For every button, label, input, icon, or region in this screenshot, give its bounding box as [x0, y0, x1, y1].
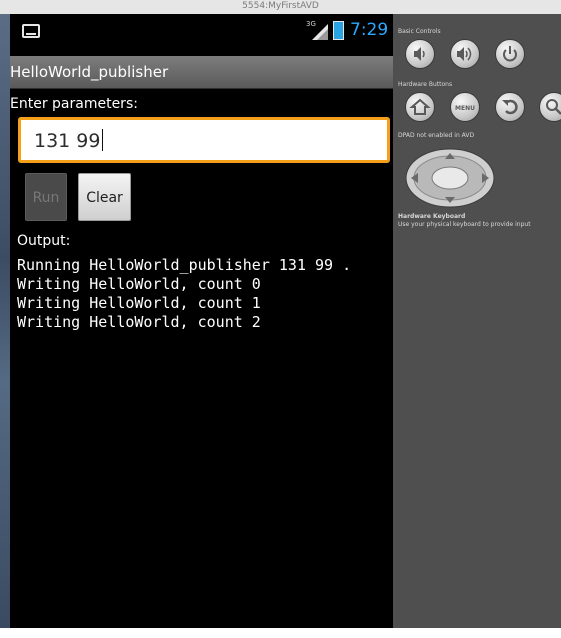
search-button[interactable]: [539, 92, 561, 122]
output-line: Running HelloWorld_publisher 131 99 .: [17, 256, 352, 274]
hardware-keyboard-note: Use your physical keyboard to provide in…: [398, 221, 531, 228]
hardware-keyboard-label: Hardware Keyboard: [398, 213, 466, 220]
output-line: Writing HelloWorld, count 1: [17, 294, 261, 312]
clear-button[interactable]: Clear: [78, 173, 131, 221]
battery-icon: [333, 21, 344, 40]
volume-down-button[interactable]: [405, 39, 435, 69]
menu-icon: MENU: [455, 105, 475, 112]
status-bar: 3G 7:29: [10, 14, 393, 50]
window-title: 5554:MyFirstAVD: [242, 1, 319, 11]
parameters-value[interactable]: 131 99: [34, 129, 104, 152]
dpad-note: DPAD not enabled in AVD: [398, 132, 475, 139]
hardware-buttons-label: Hardware Buttons: [398, 81, 453, 88]
back-button[interactable]: [495, 92, 525, 122]
volume-up-button[interactable]: [450, 39, 480, 69]
phone-notification-icon: [22, 24, 40, 38]
parameters-text[interactable]: 131 99: [34, 130, 100, 152]
text-cursor: [102, 129, 104, 151]
volume-up-icon: [457, 47, 472, 61]
app-title-bar: HelloWorld_publisher: [10, 56, 393, 89]
window-bottom-edge: [0, 628, 561, 638]
parameters-input[interactable]: 131 99: [18, 117, 390, 163]
menu-button[interactable]: MENU: [450, 92, 480, 122]
parameters-label: Enter parameters:: [10, 96, 138, 112]
emulator-control-panel: Basic Controls Hardware Buttons MENU DPA…: [393, 14, 561, 628]
output-line: Writing HelloWorld, count 2: [17, 313, 261, 331]
power-icon: [503, 46, 517, 62]
search-icon: [546, 99, 561, 115]
clock-time: 7:29: [350, 20, 389, 40]
basic-controls-label: Basic Controls: [398, 28, 441, 35]
back-icon: [502, 99, 518, 115]
power-button[interactable]: [495, 39, 525, 69]
window-title-bar: 5554:MyFirstAVD: [0, 0, 561, 15]
menu-button-label: MENU: [455, 105, 475, 112]
background-window-edge: [0, 14, 10, 628]
output-console: Running HelloWorld_publisher 131 99 . Wr…: [17, 256, 393, 332]
dpad-control[interactable]: [405, 148, 495, 208]
device-screen: 3G 7:29 HelloWorld_publisher Enter param…: [10, 14, 393, 628]
home-button[interactable]: [405, 92, 435, 122]
signal-strength-icon: 3G: [306, 20, 328, 40]
emulator-window: 5554:MyFirstAVD 3G 7:29 HelloWorld_publi…: [0, 0, 561, 638]
app-title: HelloWorld_publisher: [10, 63, 169, 81]
home-icon: [409, 98, 431, 115]
run-button[interactable]: Run: [25, 173, 67, 221]
output-line: Writing HelloWorld, count 0: [17, 275, 261, 293]
network-type-label: 3G: [306, 20, 316, 28]
dpad-center-button[interactable]: [431, 166, 469, 190]
volume-down-icon: [414, 47, 425, 61]
output-label: Output:: [17, 233, 71, 249]
